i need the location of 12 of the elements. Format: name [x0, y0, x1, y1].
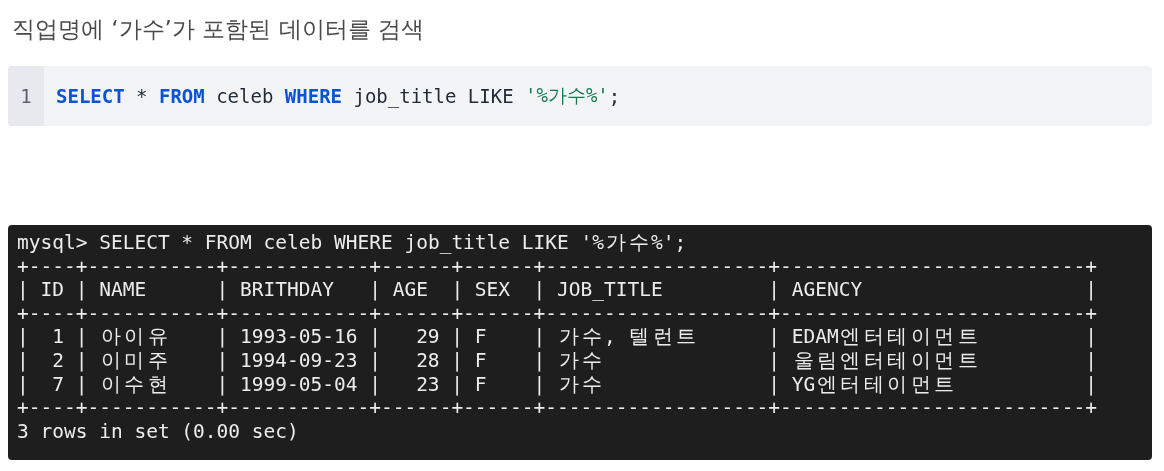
- line-number: 1: [8, 66, 44, 126]
- terminal-line: 3 rows in set (0.00 sec): [17, 419, 299, 444]
- terminal-line: | ID | NAME | BRITHDAY | AGE | SEX | JOB_TITLE | AGENCY |: [17, 278, 1098, 302]
- code-line: SELECT * FROM celeb WHERE job_title LIKE '%가수%';: [55, 83, 621, 110]
- terminal-line: | 7 | 이수현 | 1999-05-04 | 23 | F | 가수 | YG엔터테이먼트 |: [17, 372, 1097, 397]
- terminal-line: +----+-----------+------------+------+------+-------------------+--------------------------+: [17, 301, 1098, 326]
- terminal-line: +----+-----------+------------+------+------+-------------------+--------------------------+: [17, 396, 1098, 420]
- terminal-line: | 2 | 이미주 | 1994-09-23 | 28 | F | 가수 | 울림엔터테이먼트 |: [17, 348, 1097, 373]
- section-heading: 직업명에 ‘가수’가 포함된 데이터를 검색: [12, 15, 425, 44]
- terminal-line: +----+-----------+------------+------+------+-------------------+--------------------------+: [17, 254, 1098, 279]
- terminal-line: mysql> SELECT * FROM celeb WHERE job_title LIKE '%가수%';: [17, 231, 687, 255]
- terminal-line: | 1 | 아이유 | 1993-05-16 | 29 | F | 가수, 텔런트 | EDAM엔터테이먼트 |: [17, 325, 1097, 349]
